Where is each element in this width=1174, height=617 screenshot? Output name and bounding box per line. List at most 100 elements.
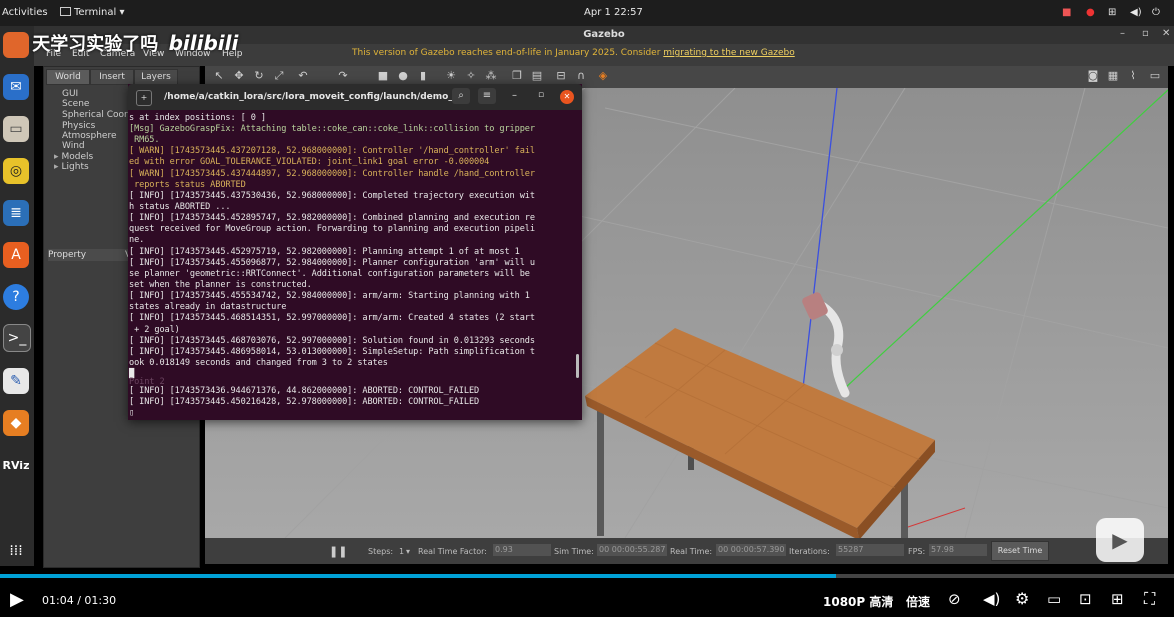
tree-item-scene[interactable]: Scene	[62, 99, 89, 109]
rhythmbox-icon[interactable]: ◎	[3, 158, 29, 184]
pause-icon[interactable]: ❚❚	[329, 545, 347, 558]
show-apps-icon[interactable]: ⁞⁞⁞	[3, 538, 29, 564]
tree-item-wind[interactable]: Wind	[62, 141, 85, 151]
danmaku-off-icon[interactable]: ⊘	[948, 590, 961, 608]
do-not-disturb-icon[interactable]: ●	[1086, 7, 1095, 18]
tree-item-lights[interactable]: ▸ Lights	[54, 162, 89, 172]
network-icon[interactable]: ⊞	[1108, 7, 1116, 18]
settings-gear-icon[interactable]: ⚙	[1015, 589, 1029, 608]
play-icon[interactable]: ▶	[10, 589, 24, 610]
expand-arrow-icon[interactable]: ▸	[54, 152, 59, 162]
point-light-icon[interactable]: ☀	[445, 70, 457, 82]
tab-insert[interactable]: Insert	[90, 69, 134, 85]
minimize-icon[interactable]: –	[1120, 28, 1125, 39]
terminal-close-icon[interactable]: ✕	[560, 90, 574, 104]
terminal-line: RM65.	[129, 135, 160, 145]
layers-app-icon[interactable]: ◆	[3, 410, 29, 436]
undo-icon[interactable]: ↶	[297, 70, 309, 82]
snap-icon[interactable]: ∩	[575, 70, 587, 82]
bilibili-logo: bilibili	[168, 31, 239, 55]
select-mode-icon[interactable]: ↖	[213, 70, 225, 82]
text-editor-icon[interactable]: ✎	[3, 368, 29, 394]
terminal-line: [ INFO] [1743573445.486958014, 53.013000…	[129, 347, 535, 357]
copy-icon[interactable]: ❐	[511, 70, 523, 82]
rotate-mode-icon[interactable]: ↻	[253, 70, 265, 82]
eol-migration-link[interactable]: migrating to the new Gazebo	[663, 48, 794, 58]
terminal-dock-icon[interactable]: >_	[3, 324, 31, 352]
tree-item-physics[interactable]: Physics	[62, 121, 95, 131]
fullscreen-icon[interactable]: ⛶	[1144, 589, 1155, 609]
picture-in-picture-icon[interactable]: ▭	[1047, 590, 1061, 608]
terminal-line: set when the planner is constructed.	[129, 280, 312, 290]
steps-dropdown-icon[interactable]: ▾	[406, 547, 410, 556]
change-view-icon[interactable]: ◈	[597, 70, 609, 82]
time-separator: /	[73, 594, 85, 607]
align-icon[interactable]: ⊟	[555, 70, 567, 82]
speed-button[interactable]: 倍速	[906, 593, 930, 610]
directional-light-icon[interactable]: ⁂	[485, 70, 497, 82]
tree-item-atmosphere[interactable]: Atmosphere	[62, 131, 116, 141]
terminal-line: [ INFO] [1743573445.455534742, 52.984000…	[129, 291, 530, 301]
activities-button[interactable]: Activities	[2, 7, 48, 18]
table	[585, 328, 935, 538]
files-icon[interactable]: ▭	[3, 116, 29, 142]
widescreen-icon[interactable]: ⊡	[1079, 590, 1092, 608]
thunderbird-icon[interactable]: ✉	[3, 74, 29, 100]
tree-item-gui[interactable]: GUI	[62, 89, 78, 99]
redo-icon[interactable]: ↷	[337, 70, 349, 82]
volume-icon[interactable]: ◀)	[1130, 7, 1142, 18]
terminal-line: s at index positions: [ 0 ]	[129, 113, 266, 123]
tab-world[interactable]: World	[46, 69, 90, 85]
terminal-header: + /home/a/catkin_lora/src/lora_moveit_co…	[128, 84, 582, 110]
translate-mode-icon[interactable]: ✥	[233, 70, 245, 82]
terminal-minimize-icon[interactable]: –	[512, 90, 517, 101]
hamburger-menu-icon[interactable]: ≡	[478, 88, 496, 104]
box-shape-icon[interactable]: ■	[377, 70, 389, 82]
maximize-icon[interactable]: ▫	[1142, 28, 1149, 39]
close-icon[interactable]: ✕	[1162, 28, 1170, 39]
log-icon[interactable]: ▦	[1107, 70, 1119, 82]
iterations-label: Iterations:	[789, 547, 830, 556]
rviz-icon[interactable]: RViz	[3, 452, 30, 478]
terminal-maximize-icon[interactable]: ▫	[538, 90, 544, 100]
plot-icon[interactable]: ⌇	[1127, 70, 1139, 82]
terminal-window[interactable]: + /home/a/catkin_lora/src/lora_moveit_co…	[128, 84, 582, 420]
tab-layers[interactable]: Layers	[134, 69, 178, 85]
paste-icon[interactable]: ▤	[531, 70, 543, 82]
search-icon[interactable]: ⌕	[452, 88, 470, 104]
steps-value[interactable]: 1	[399, 547, 404, 556]
volume-icon[interactable]: ◀)	[983, 590, 1000, 608]
terminal-icon	[60, 7, 71, 16]
writer-icon[interactable]: ≣	[3, 200, 29, 226]
terminal-line: [ INFO] [1743573445.468514351, 52.997000…	[129, 313, 535, 323]
new-tab-icon[interactable]: +	[136, 90, 152, 106]
clock[interactable]: Apr 1 22:57	[584, 7, 643, 18]
web-fullscreen-icon[interactable]: ⊞	[1111, 590, 1124, 608]
record-icon[interactable]: ■	[1062, 7, 1071, 18]
terminal-app-menu[interactable]: Terminal ▾	[60, 7, 124, 18]
fps-label: FPS:	[908, 547, 926, 556]
iterations-value: 55287	[836, 544, 904, 556]
terminal-line: [ INFO] [1743573436.944671376, 44.862000…	[129, 386, 480, 396]
coke-can	[802, 292, 828, 320]
terminal-scrollbar[interactable]	[576, 354, 579, 378]
video-record-icon[interactable]: ▭	[1149, 70, 1161, 82]
tree-item-spherical-coordinates[interactable]: Spherical Coord	[62, 110, 133, 120]
play-overlay-icon[interactable]: ▶	[1096, 518, 1144, 562]
software-icon[interactable]: A	[3, 242, 29, 268]
quality-button[interactable]: 1080P 高清	[823, 593, 893, 610]
sphere-shape-icon[interactable]: ●	[397, 70, 409, 82]
terminal-output[interactable]: s at index positions: [ 0 ] [Msg] Gazebo…	[128, 111, 574, 419]
spot-light-icon[interactable]: ✧	[465, 70, 477, 82]
cylinder-shape-icon[interactable]: ▮	[417, 70, 429, 82]
tree-item-models[interactable]: ▸ Models	[54, 152, 93, 162]
steps-label: Steps:	[368, 547, 394, 556]
power-icon[interactable]: ⏻	[1152, 7, 1160, 18]
watermark: 天学习实验了吗 bilibili	[4, 30, 238, 56]
scale-mode-icon[interactable]: ⤢	[273, 70, 285, 82]
help-icon[interactable]: ?	[3, 284, 29, 310]
screenshot-icon[interactable]: ◙	[1087, 70, 1099, 82]
expand-arrow-icon[interactable]: ▸	[54, 162, 59, 172]
time-display: 01:04 / 01:30	[42, 594, 116, 607]
reset-time-button[interactable]: Reset Time	[991, 541, 1049, 561]
